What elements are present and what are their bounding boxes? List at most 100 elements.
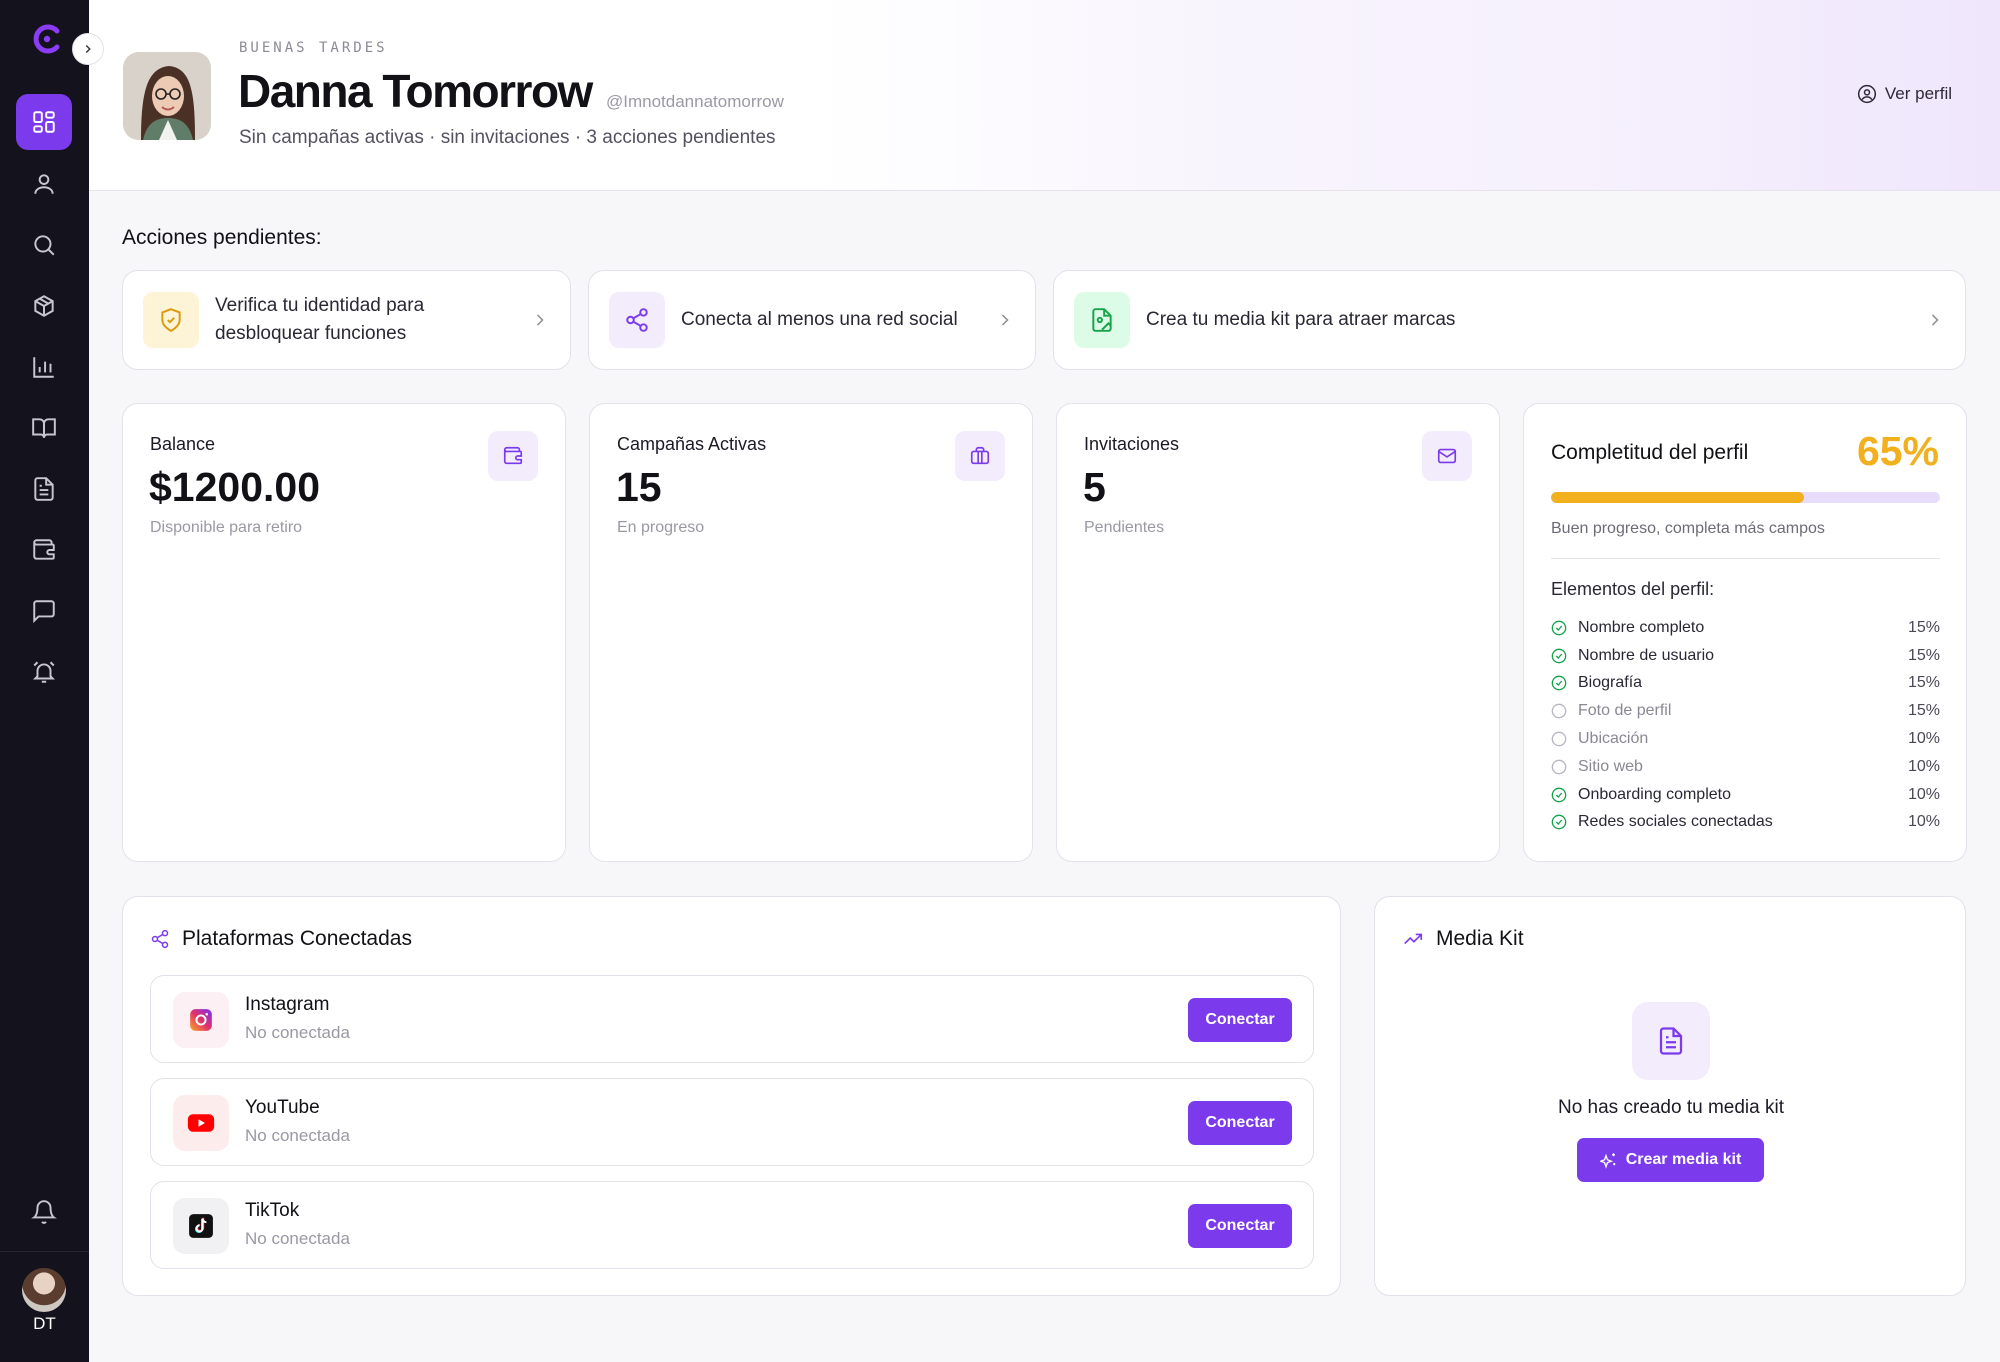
sparkles-icon [1599, 1153, 1616, 1169]
profile-element-weight: 15% [1907, 618, 1940, 636]
platform-status: No conectada [245, 1126, 350, 1145]
stat-label: Invitaciones [1084, 434, 1180, 454]
check-circle-icon [1551, 620, 1567, 636]
completeness-progress-fill [1551, 492, 1804, 503]
sidebar-item-search[interactable] [16, 217, 72, 273]
page-title: Danna Tomorrow [238, 65, 593, 117]
empty-circle-icon [1551, 731, 1567, 747]
platform-row-tiktok: TikTok No conectada Conectar [150, 1181, 1314, 1269]
profile-element-label: Biografía [1578, 674, 1643, 692]
stat-label: Balance [150, 434, 216, 454]
action-create-media-kit[interactable]: Crea tu media kit para atraer marcas [1053, 270, 1966, 370]
sidebar-item-alerts[interactable] [16, 644, 72, 700]
connect-tiktok-button[interactable]: Conectar [1188, 1204, 1292, 1248]
connect-instagram-button[interactable]: Conectar [1188, 998, 1292, 1042]
platform-status: No conectada [245, 1229, 350, 1248]
profile-element-row: Nombre de usuario 15% [1551, 642, 1940, 670]
check-circle-icon [1551, 815, 1567, 830]
profile-elements-title: Elementos del perfil: [1551, 579, 1715, 599]
chevron-right-icon [536, 314, 544, 326]
profile-element-label: Onboarding completo [1578, 785, 1731, 803]
profile-element-label: Redes sociales conectadas [1578, 813, 1773, 831]
action-icon-box [143, 292, 199, 348]
platform-name: YouTube [245, 1097, 320, 1118]
platform-name: TikTok [245, 1200, 300, 1221]
profile-element-row: Biografía 15% [1551, 670, 1940, 698]
empty-circle-icon [1551, 703, 1567, 719]
sidebar-item-messages[interactable] [16, 583, 72, 639]
user-icon [34, 174, 54, 194]
share-icon [626, 308, 648, 332]
media-kit-empty-text: No has creado tu media kit [1557, 1097, 1784, 1118]
stat-value: $1200.00 [149, 464, 321, 510]
action-connect-social[interactable]: Conecta al menos una red social [588, 270, 1036, 370]
empty-circle-icon [1551, 759, 1567, 775]
connect-youtube-button[interactable]: Conectar [1188, 1101, 1292, 1145]
completeness-title: Completitud del perfil [1551, 441, 1749, 464]
profile-element-weight: 10% [1907, 785, 1940, 803]
check-circle-icon [1551, 676, 1567, 691]
sidebar-item-documents[interactable] [16, 461, 72, 517]
avatar[interactable] [22, 1268, 66, 1312]
profile-element-row: Redes sociales conectadas 10% [1551, 809, 1940, 837]
chevron-right-icon [1931, 314, 1939, 326]
document-icon [34, 477, 54, 501]
box-icon [34, 295, 54, 317]
user-initials: DT [33, 1314, 56, 1333]
check-circle-icon [1551, 648, 1567, 664]
sidebar-item-profile[interactable] [16, 156, 72, 212]
stat-icon-box [955, 431, 1005, 481]
view-profile-label: Ver perfil [1884, 84, 1952, 103]
profile-element-row: Ubicación 10% [1551, 725, 1940, 753]
profile-element-weight: 15% [1907, 646, 1940, 664]
profile-photo [123, 52, 211, 140]
sidebar-notifications[interactable] [16, 1184, 72, 1240]
profile-element-label: Foto de perfil [1578, 702, 1672, 720]
sidebar-item-guides[interactable] [16, 400, 72, 456]
completeness-progress-bar [1551, 492, 1940, 503]
username-handle: @Imnotdannatomorrow [606, 92, 784, 111]
profile-elements-list: Nombre completo 15% Nombre de usuario 15% Bi… [1551, 614, 1940, 836]
create-media-kit-button[interactable]: Crear media kit [1577, 1138, 1764, 1182]
tiktok-icon [189, 1214, 213, 1238]
check-circle-icon [1551, 787, 1567, 803]
greeting: BUENAS TARDES [239, 40, 388, 56]
profile-element-label: Sitio web [1578, 757, 1643, 775]
stat-icon-box [1422, 431, 1472, 481]
profile-completeness-card: Completitud del perfil 65% Buen progreso… [1523, 403, 1967, 862]
profile-element-weight: 15% [1907, 674, 1940, 692]
invitations-card: Invitaciones 5 Pendientes [1056, 403, 1500, 862]
platform-icon-box [173, 992, 229, 1048]
divider [1551, 558, 1940, 559]
wallet-icon [33, 539, 55, 560]
sidebar-item-wallet[interactable] [16, 522, 72, 578]
action-verify-identity[interactable]: Verifica tu identidad para desbloquear f… [122, 270, 571, 370]
profile-element-label: Nombre de usuario [1578, 646, 1715, 664]
book-icon [32, 418, 56, 438]
shield-check-icon [161, 308, 181, 332]
platform-icon-box [173, 1095, 229, 1151]
stat-value: 5 [1083, 464, 1106, 510]
platform-row-instagram: Instagram No conectada Conectar [150, 975, 1314, 1063]
connected-platforms-panel: Plataformas Conectadas Instagram No cone… [122, 896, 1341, 1296]
profile-element-row: Onboarding completo 10% [1551, 781, 1940, 809]
wallet-icon [503, 446, 523, 465]
c-logo-icon[interactable] [30, 22, 64, 56]
sidebar-divider [0, 1251, 89, 1252]
platform-icon-box [173, 1198, 229, 1254]
profile-element-row: Nombre completo 15% [1551, 614, 1940, 642]
completeness-percent: 65% [1856, 428, 1939, 474]
chevron-right-icon [85, 45, 91, 53]
sidebar-item-analytics[interactable] [16, 339, 72, 395]
sidebar-item-dashboard[interactable] [16, 94, 72, 150]
sidebar-item-campaigns[interactable] [16, 278, 72, 334]
view-profile-link[interactable]: Ver perfil [1857, 84, 1952, 104]
collapse-sidebar-button[interactable] [72, 33, 104, 65]
completeness-note: Buen progreso, completa más campos [1551, 520, 1825, 537]
media-kit-title: Media Kit [1436, 927, 1524, 950]
mail-icon [1437, 448, 1457, 464]
header-summary: Sin campañas activas · sin invitaciones … [239, 127, 776, 148]
profile-header: BUENAS TARDES Danna Tomorrow @Imnotdanna… [89, 0, 2000, 191]
stat-note: Pendientes [1084, 519, 1165, 536]
profile-element-weight: 10% [1907, 813, 1940, 831]
